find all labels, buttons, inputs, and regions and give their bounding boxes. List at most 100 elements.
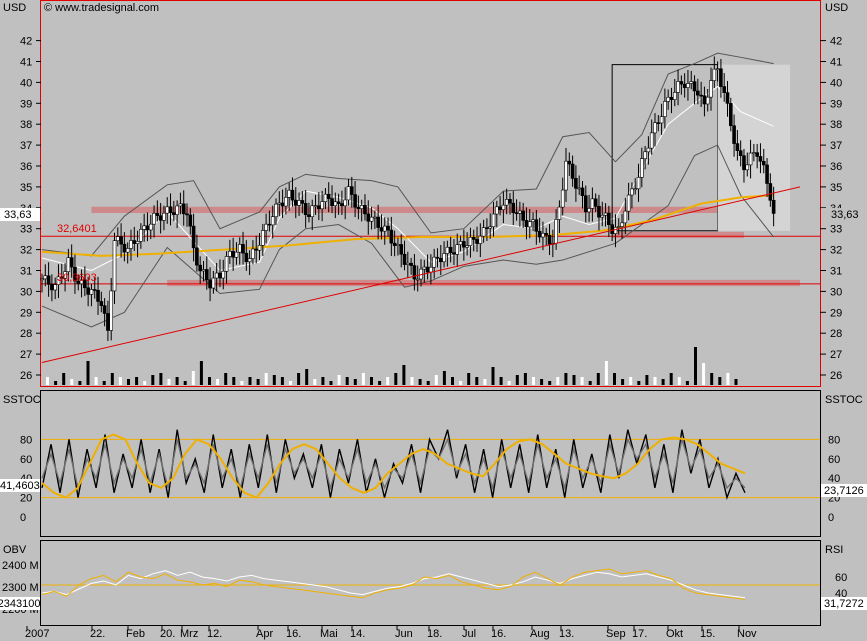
volume-bar [345, 377, 349, 385]
candle-body [237, 244, 242, 253]
price-tick-label: 31 [20, 266, 32, 278]
volume-bar [86, 361, 90, 385]
volume-bar [467, 373, 471, 385]
volume-bar [353, 379, 357, 385]
x-tick-label: 18. [427, 628, 442, 640]
x-tick-label: 15. [700, 628, 715, 640]
x-tick-label: Jun [395, 628, 413, 640]
stoch-value-right: 23,7126 [824, 485, 864, 497]
x-tick-label: Okt [666, 628, 683, 640]
candle-body [593, 198, 598, 207]
price-tick-label: 41 [20, 57, 32, 69]
candle-body [679, 81, 684, 85]
x-tick-label: 16. [491, 628, 506, 640]
candle-body [603, 212, 608, 216]
candle-body [560, 189, 565, 208]
candle-body [261, 230, 265, 246]
rsi-label-right: RSI [825, 544, 843, 556]
stoch-tick-label: 0 [828, 512, 834, 524]
volume-bar [661, 379, 665, 385]
obv-value-left: -2343100 [0, 598, 41, 610]
candle-body [531, 219, 535, 223]
x-tick-label: 20. [160, 628, 175, 640]
candle-body [300, 200, 305, 204]
candle-body [264, 223, 268, 231]
candle-body [745, 164, 750, 171]
candle-body [40, 278, 44, 281]
volume-bar [175, 377, 179, 385]
x-tick-label: Apr [256, 628, 273, 640]
candle-body [768, 183, 773, 201]
stoch-tick-label: 80 [20, 434, 32, 446]
price-tick-label: 32 [830, 245, 842, 257]
price-tick-label: 35 [830, 182, 842, 194]
candle-body [709, 80, 713, 98]
volume-bar [62, 373, 66, 385]
volume-bar [734, 379, 738, 385]
candle-body [524, 220, 529, 228]
price-tick-label: 28 [830, 328, 842, 340]
candle-body [616, 226, 621, 228]
volume-bar [475, 377, 479, 385]
level-2-label: 30,3603 [57, 272, 97, 284]
candle-body [307, 214, 311, 218]
candle-body [175, 205, 179, 215]
candle-body [465, 245, 469, 248]
candle-body [643, 151, 647, 159]
volume-bar [46, 377, 49, 385]
stoch-panel-frame [40, 390, 821, 537]
candle-body [185, 213, 189, 216]
candle-body [613, 226, 618, 234]
candle-body [188, 214, 193, 227]
candle-body [452, 252, 456, 255]
currency-left: USD [3, 2, 26, 14]
candle-body [448, 246, 453, 253]
volume-bar [410, 377, 414, 385]
candle-body [86, 287, 90, 295]
candle-body [659, 116, 664, 124]
candle-body [514, 212, 519, 214]
candle-body [214, 272, 219, 279]
candle-body [590, 198, 595, 209]
volume-bar [621, 379, 625, 385]
candle-body [139, 229, 143, 242]
volume-bar [564, 373, 568, 385]
candle-body [346, 186, 351, 201]
candle-body [106, 313, 110, 331]
candle-body [544, 233, 549, 236]
price-tick-label: 32 [20, 245, 32, 257]
candle-body [50, 284, 54, 291]
candle-body [208, 279, 212, 289]
price-tick-label: 30 [20, 286, 32, 298]
candle-body [554, 219, 558, 244]
price-tick-label: 38 [830, 119, 842, 131]
volume-bar [224, 373, 228, 385]
candle-body [195, 247, 199, 266]
price-tick-label: 37 [20, 140, 32, 152]
candle-body [583, 195, 588, 213]
candle-body [310, 205, 315, 218]
candle-body [201, 269, 206, 272]
candle-body [491, 213, 496, 228]
stoch-label-right: SSTOC [825, 394, 863, 406]
volume-bar [313, 379, 317, 385]
price-tick-label: 42 [20, 36, 32, 48]
candle-body [96, 289, 100, 302]
obv-label-left: OBV [3, 544, 27, 556]
candle-body [468, 237, 473, 246]
candle-body [386, 225, 390, 231]
candle-body [148, 223, 153, 231]
volume-bar [556, 377, 560, 385]
volume-bar [596, 373, 600, 385]
candle-body [735, 143, 740, 151]
volume-bar [183, 381, 187, 385]
candle-body [458, 241, 463, 245]
candle-body [732, 125, 736, 144]
candle-body [712, 68, 717, 81]
candle-body [336, 201, 341, 204]
candle-body [669, 96, 674, 100]
candle-body [488, 226, 493, 229]
stock-chart[interactable]: 2627282930313233343536373839404142 26272… [0, 0, 867, 641]
volume-bar [507, 381, 511, 385]
candle-body [755, 152, 759, 157]
